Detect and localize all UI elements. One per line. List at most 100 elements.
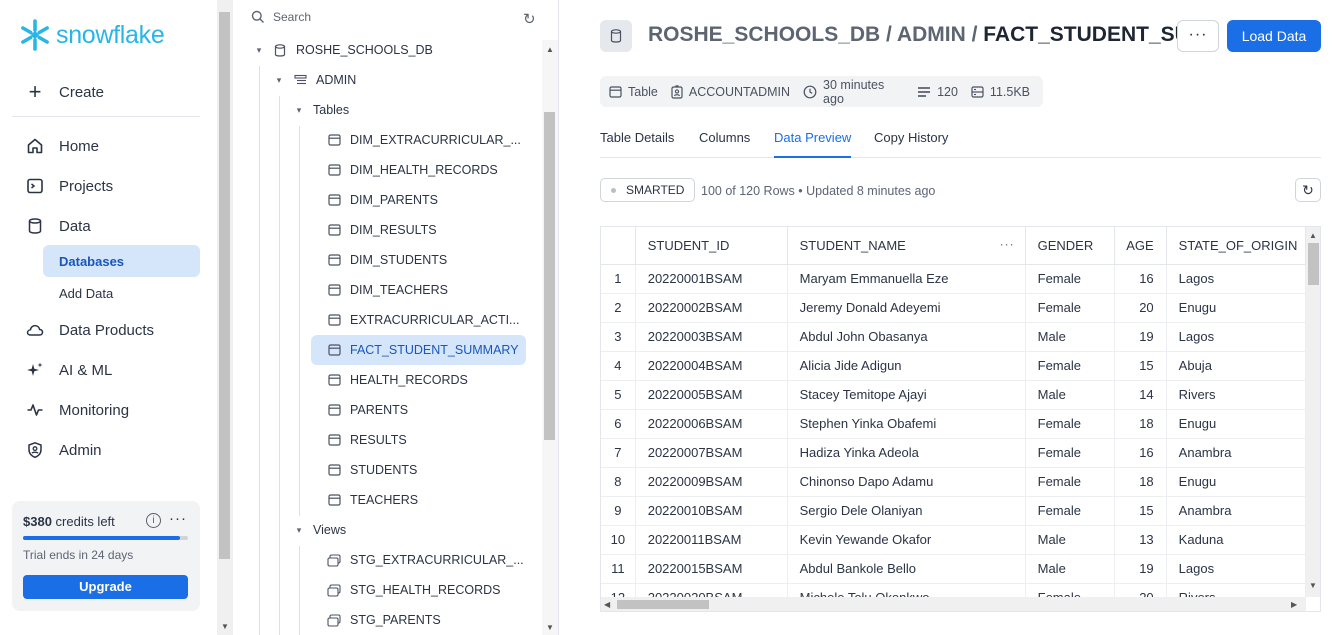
- tree-table-item[interactable]: DIM_STUDENTS: [327, 245, 447, 275]
- scroll-left-arrow-icon[interactable]: ◀: [604, 600, 610, 610]
- tab-data-preview[interactable]: Data Preview: [774, 130, 852, 158]
- explorer-scroll-thumb[interactable]: [544, 112, 555, 440]
- table-cell[interactable]: 15: [1114, 351, 1167, 381]
- nav-home[interactable]: Home: [24, 135, 99, 157]
- table-cell[interactable]: Michele Tolu Okonkwo: [787, 583, 1026, 597]
- table-cell[interactable]: Abdul Bankole Bello: [787, 554, 1026, 584]
- breadcrumb[interactable]: ROSHE_SCHOOLS_DB / ADMIN /: [648, 23, 983, 46]
- table-cell[interactable]: Lagos: [1166, 322, 1306, 352]
- table-cell[interactable]: 14: [1114, 380, 1167, 410]
- table-cell[interactable]: Female: [1025, 438, 1115, 468]
- column-header[interactable]: STATE_OF_ORIGIN: [1166, 227, 1306, 265]
- leftnav-scroll-thumb[interactable]: [219, 12, 230, 559]
- table-cell[interactable]: Sergio Dele Olaniyan: [787, 496, 1026, 526]
- table-cell[interactable]: 20220001BSAM: [635, 264, 788, 294]
- chevron-down-icon[interactable]: ▾: [293, 525, 305, 536]
- table-cell[interactable]: Alicia Jide Adigun: [787, 351, 1026, 381]
- grid-horizontal-scrollbar[interactable]: ◀ ▶: [601, 597, 1306, 611]
- nav-data-products[interactable]: Data Products: [24, 319, 154, 341]
- table-cell[interactable]: Kaduna: [1166, 525, 1306, 555]
- grid-hscroll-thumb[interactable]: [617, 600, 709, 609]
- table-cell[interactable]: 20220004BSAM: [635, 351, 788, 381]
- tree-schema-row[interactable]: ▾ ADMIN: [273, 65, 357, 95]
- tab-table-details[interactable]: Table Details: [600, 130, 674, 158]
- load-data-button[interactable]: Load Data: [1227, 20, 1321, 52]
- table-row[interactable]: 11 20220015BSAM Abdul Bankole Bello Male 19 L…: [601, 554, 1306, 584]
- table-cell[interactable]: Male: [1025, 322, 1115, 352]
- table-cell[interactable]: Female: [1025, 467, 1115, 497]
- table-row[interactable]: 5 20220005BSAM Stacey Temitope Ajayi Male 14…: [601, 380, 1306, 410]
- row-index[interactable]: 7: [601, 438, 636, 468]
- table-cell[interactable]: 20220010BSAM: [635, 496, 788, 526]
- tab-columns[interactable]: Columns: [699, 130, 750, 158]
- table-cell[interactable]: 16: [1114, 438, 1167, 468]
- tree-table-item[interactable]: TEACHERS: [327, 485, 418, 515]
- table-row[interactable]: 4 20220004BSAM Alicia Jide Adigun Female 15 A…: [601, 351, 1306, 381]
- table-cell[interactable]: Rivers: [1166, 380, 1306, 410]
- tree-database-row[interactable]: ▾ ROSHE_SCHOOLS_DB: [253, 35, 433, 65]
- table-cell[interactable]: 18: [1114, 467, 1167, 497]
- table-cell[interactable]: 20220009BSAM: [635, 467, 788, 497]
- row-index[interactable]: 11: [601, 554, 636, 584]
- more-actions-button[interactable]: ···: [1177, 20, 1219, 52]
- table-cell[interactable]: Chinonso Dapo Adamu: [787, 467, 1026, 497]
- table-cell[interactable]: 16: [1114, 264, 1167, 294]
- row-index[interactable]: 4: [601, 351, 636, 381]
- tree-table-item[interactable]: DIM_EXTRACURRICULAR_...: [327, 125, 521, 155]
- table-cell[interactable]: Enugu: [1166, 293, 1306, 323]
- nav-monitoring[interactable]: Monitoring: [24, 399, 129, 421]
- table-cell[interactable]: 20: [1114, 293, 1167, 323]
- table-cell[interactable]: Female: [1025, 351, 1115, 381]
- nav-data[interactable]: Data: [24, 215, 91, 237]
- table-row[interactable]: 6 20220006BSAM Stephen Yinka Obafemi Female…: [601, 409, 1306, 439]
- tree-table-item[interactable]: STUDENTS: [327, 455, 417, 485]
- table-cell[interactable]: Lagos: [1166, 554, 1306, 584]
- table-row[interactable]: 2 20220002BSAM Jeremy Donald Adeyemi Female…: [601, 293, 1306, 323]
- table-cell[interactable]: Maryam Emmanuella Eze: [787, 264, 1026, 294]
- tree-table-item[interactable]: DIM_HEALTH_RECORDS: [327, 155, 498, 185]
- scroll-right-arrow-icon[interactable]: ▶: [1291, 600, 1297, 610]
- row-index[interactable]: 9: [601, 496, 636, 526]
- table-cell[interactable]: Stacey Temitope Ajayi: [787, 380, 1026, 410]
- table-row[interactable]: 10 20220011BSAM Kevin Yewande Okafor Male 13…: [601, 525, 1306, 555]
- scroll-down-arrow-icon[interactable]: ▼: [1309, 581, 1317, 591]
- explorer-search[interactable]: Search: [251, 10, 311, 24]
- scroll-down-arrow-icon[interactable]: ▼: [546, 623, 554, 633]
- grid-vertical-scrollbar[interactable]: ▲ ▼: [1306, 227, 1320, 597]
- table-cell[interactable]: Stephen Yinka Obafemi: [787, 409, 1026, 439]
- warehouse-selector[interactable]: SMARTED: [600, 178, 696, 202]
- tree-table-item[interactable]: DIM_PARENTS: [327, 185, 438, 215]
- table-cell[interactable]: Anambra: [1166, 496, 1306, 526]
- tree-table-item[interactable]: HEALTH_RECORDS: [327, 365, 468, 395]
- table-cell[interactable]: Rivers: [1166, 583, 1306, 597]
- table-cell[interactable]: 15: [1114, 496, 1167, 526]
- table-cell[interactable]: Kevin Yewande Okafor: [787, 525, 1026, 555]
- table-cell[interactable]: 20220011BSAM: [635, 525, 788, 555]
- tree-table-item[interactable]: PARENTS: [327, 395, 408, 425]
- nav-databases[interactable]: Databases: [43, 245, 200, 277]
- nav-add-data[interactable]: Add Data: [43, 277, 200, 309]
- create-button[interactable]: + Create: [24, 79, 104, 104]
- refresh-preview-button[interactable]: ↻: [1295, 178, 1321, 202]
- leftnav-scrollbar[interactable]: ▼: [217, 0, 233, 635]
- table-cell[interactable]: 19: [1114, 322, 1167, 352]
- tree-table-item[interactable]: DIM_TEACHERS: [327, 275, 448, 305]
- nav-admin[interactable]: Admin: [24, 439, 102, 461]
- table-cell[interactable]: 20220007BSAM: [635, 438, 788, 468]
- table-row[interactable]: 8 20220009BSAM Chinonso Dapo Adamu Female 18…: [601, 467, 1306, 497]
- table-cell[interactable]: Male: [1025, 380, 1115, 410]
- table-cell[interactable]: Enugu: [1166, 467, 1306, 497]
- tree-table-item[interactable]: FACT_STUDENT_SUMMARY: [311, 335, 526, 365]
- table-cell[interactable]: Abuja: [1166, 351, 1306, 381]
- table-cell[interactable]: 20: [1114, 583, 1167, 597]
- table-cell[interactable]: Jeremy Donald Adeyemi: [787, 293, 1026, 323]
- scroll-up-arrow-icon[interactable]: ▲: [1309, 231, 1317, 241]
- table-cell[interactable]: Female: [1025, 264, 1115, 294]
- table-cell[interactable]: 20220003BSAM: [635, 322, 788, 352]
- row-index[interactable]: 2: [601, 293, 636, 323]
- nav-projects[interactable]: Projects: [24, 175, 113, 197]
- scroll-down-arrow-icon[interactable]: ▼: [221, 622, 229, 632]
- table-row[interactable]: 9 20220010BSAM Sergio Dele Olaniyan Female 1…: [601, 496, 1306, 526]
- grid-vscroll-thumb[interactable]: [1308, 243, 1319, 285]
- row-index[interactable]: 8: [601, 467, 636, 497]
